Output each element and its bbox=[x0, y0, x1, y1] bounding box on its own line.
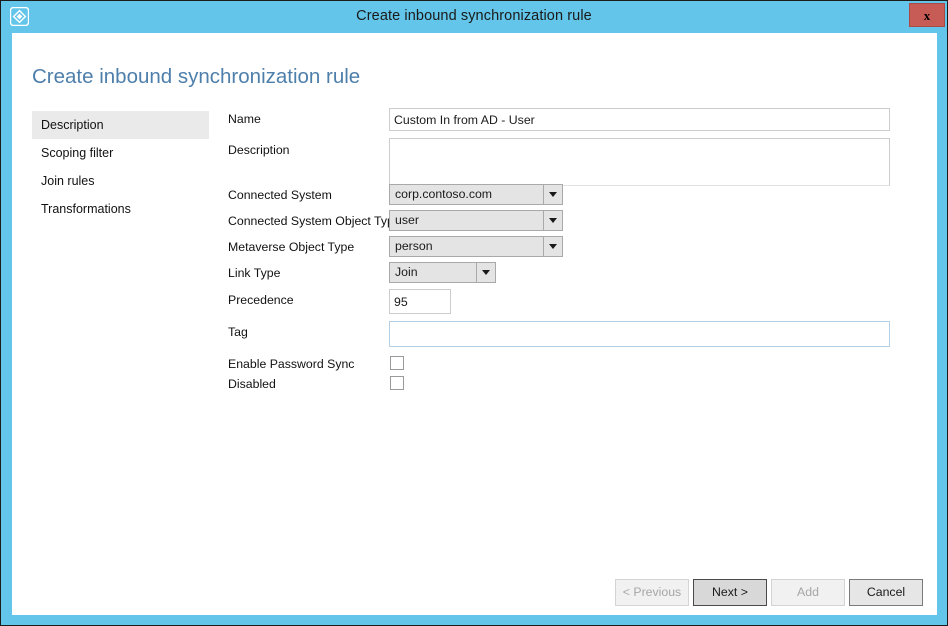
add-button[interactable]: Add bbox=[771, 579, 845, 606]
link-type-label: Link Type bbox=[228, 266, 280, 280]
chevron-down-icon[interactable] bbox=[543, 185, 562, 204]
description-textarea[interactable] bbox=[389, 138, 890, 186]
chevron-down-icon[interactable] bbox=[476, 263, 495, 282]
metaverse-object-type-label: Metaverse Object Type bbox=[228, 240, 354, 254]
metaverse-object-type-dropdown[interactable]: person bbox=[389, 236, 563, 257]
chevron-down-icon[interactable] bbox=[543, 237, 562, 256]
connected-system-object-type-value: user bbox=[390, 211, 543, 230]
connected-system-object-type-label: Connected System Object Type bbox=[228, 214, 401, 228]
cancel-button[interactable]: Cancel bbox=[849, 579, 923, 606]
title-bar: Create inbound synchronization rule x bbox=[1, 1, 947, 32]
connected-system-value: corp.contoso.com bbox=[390, 185, 543, 204]
disabled-checkbox[interactable] bbox=[390, 376, 404, 390]
tag-input[interactable] bbox=[389, 321, 890, 347]
window-title: Create inbound synchronization rule bbox=[1, 1, 947, 32]
description-label: Description bbox=[228, 143, 290, 157]
connected-system-object-type-dropdown[interactable]: user bbox=[389, 210, 563, 231]
close-icon[interactable]: x bbox=[909, 3, 945, 27]
disabled-label: Disabled bbox=[228, 377, 276, 391]
connected-system-dropdown[interactable]: corp.contoso.com bbox=[389, 184, 563, 205]
connected-system-label: Connected System bbox=[228, 188, 332, 202]
tag-label: Tag bbox=[228, 325, 248, 339]
description-form: Name Description Connected System corp.c… bbox=[12, 33, 937, 615]
chevron-down-icon[interactable] bbox=[543, 211, 562, 230]
enable-password-sync-label: Enable Password Sync bbox=[228, 357, 354, 371]
name-label: Name bbox=[228, 112, 261, 126]
dialog-window: Create inbound synchronization rule x Cr… bbox=[0, 0, 948, 626]
link-type-value: Join bbox=[390, 263, 476, 282]
next-button[interactable]: Next > bbox=[693, 579, 767, 606]
previous-button[interactable]: < Previous bbox=[615, 579, 689, 606]
precedence-label: Precedence bbox=[228, 293, 294, 307]
dialog-content: Create inbound synchronization rule Desc… bbox=[12, 33, 937, 615]
enable-password-sync-checkbox[interactable] bbox=[390, 356, 404, 370]
precedence-input[interactable] bbox=[389, 289, 451, 314]
metaverse-object-type-value: person bbox=[390, 237, 543, 256]
name-input[interactable] bbox=[389, 108, 890, 131]
link-type-dropdown[interactable]: Join bbox=[389, 262, 496, 283]
